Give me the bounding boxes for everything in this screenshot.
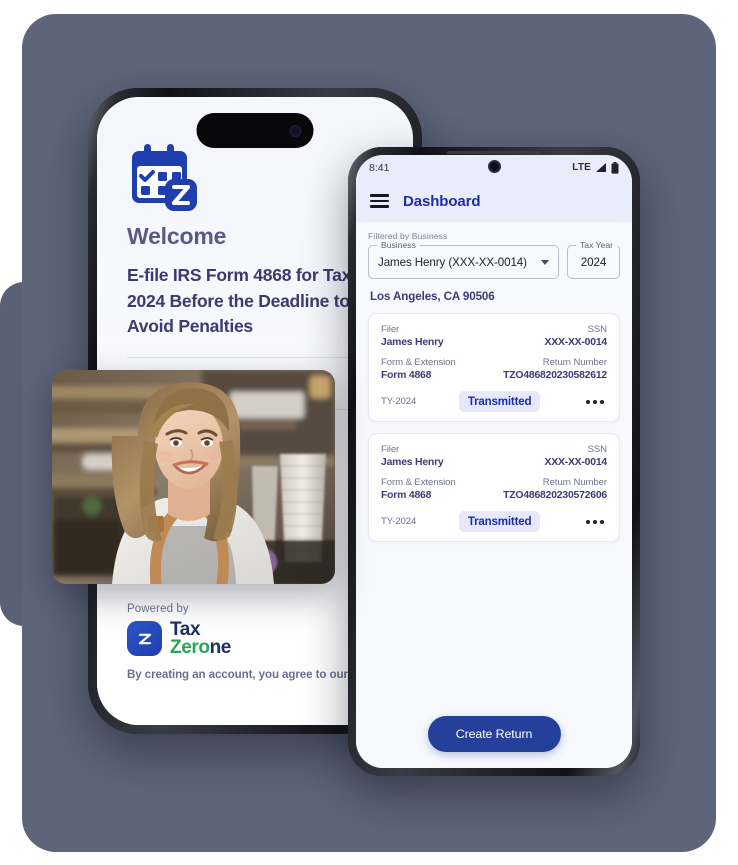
tax-year-tag: TY-2024 [381,396,417,407]
return-number-label: Return Number [542,477,607,488]
calendar-taxzerone-icon [127,143,201,213]
business-location: Los Angeles, CA 90506 [370,290,495,303]
status-time: 8:41 [369,161,390,174]
card-header-row: Filer SSN [381,444,607,455]
card-form-row: Form 4868 TZO486820230582612 [381,370,607,381]
app-bar: Dashboard [356,180,632,222]
filer-name: James Henry [381,457,444,468]
card-form-header-row: Form & Extension Return Number [381,477,607,488]
terms-text: By creating an account, you agree to our… [127,666,413,685]
filer-label: Filer [381,324,400,335]
dashboard-body: Filtered by Business Business James Henr… [356,222,632,768]
taxzerone-logo: Tax Zerone [127,620,383,658]
tax-year-tag: TY-2024 [381,516,417,527]
earpiece-speaker [447,151,541,154]
business-select-value: James Henry (XXX-XX-0014) [378,255,527,269]
create-return-button[interactable]: Create Return [427,716,561,752]
return-number-value: TZO486820230582612 [503,370,607,381]
return-number-label: Return Number [542,357,607,368]
card-filer-row: James Henry XXX-XX-0014 [381,337,607,348]
taxzerone-wordmark: Tax Zerone [170,620,232,658]
terms-prefix: By creating an account, you agree to our [127,668,351,682]
card-footer: TY-2024 Transmitted [381,391,607,412]
taxzerone-mark-icon [127,621,162,657]
front-camera-icon [289,124,302,137]
right-phone-device: 8:41 LTE Dashboard Filtered by Business … [348,147,640,776]
ssn-label: SSN [587,444,608,455]
filer-ssn: XXX-XX-0014 [544,457,608,468]
dynamic-island [196,113,314,148]
filer-label: Filer [381,444,400,455]
hamburger-menu-icon[interactable] [370,194,389,208]
business-select[interactable]: Business James Henry (XXX-XX-0014) [368,240,559,279]
tax-year-field[interactable]: Tax Year 2024 [567,240,620,279]
brand-word-ne: ne [209,636,232,658]
card-filer-row: James Henry XXX-XX-0014 [381,457,607,468]
mockup-stage: Welcome E-file IRS Form 4868 for Tax Yea… [0,0,738,865]
form-value: Form 4868 [381,370,432,381]
welcome-heading: Welcome [127,223,227,249]
tax-year-value: 2024 [580,255,607,269]
battery-icon [611,161,619,174]
kebab-menu-icon[interactable] [583,395,607,409]
status-badge: Transmitted [458,511,541,532]
business-select-legend: Business [377,240,420,250]
status-badge: Transmitted [458,391,541,412]
form-extension-label: Form & Extension [381,357,456,368]
status-indicators: LTE [572,161,619,174]
right-phone-screen: 8:41 LTE Dashboard Filtered by Business … [356,155,632,768]
return-card[interactable]: Filer SSN James Henry XXX-XX-0014 Form &… [368,433,620,542]
page-title: Dashboard [403,192,481,210]
return-number-value: TZO486820230572606 [503,490,607,501]
card-form-header-row: Form & Extension Return Number [381,357,607,368]
form-value: Form 4868 [381,490,432,501]
kebab-menu-icon[interactable] [583,515,607,529]
form-extension-label: Form & Extension [381,477,456,488]
marketing-headline: E-file IRS Form 4868 for Tax Year 2024 B… [127,265,392,337]
signal-bars-icon [596,163,606,172]
card-footer: TY-2024 Transmitted [381,511,607,532]
card-header-row: Filer SSN [381,324,607,335]
ssn-label: SSN [587,324,608,335]
business-owner-photo [52,370,335,584]
filer-ssn: XXX-XX-0014 [544,337,608,348]
chevron-down-icon[interactable] [541,259,549,265]
filter-row: Business James Henry (XXX-XX-0014) Tax Y… [368,240,620,279]
network-type-label: LTE [572,162,591,173]
front-camera-icon [487,159,501,173]
brand-word-zerone: Zerone [170,636,232,658]
return-card[interactable]: Filer SSN James Henry XXX-XX-0014 Form &… [368,313,620,422]
brand-word-zero: Zero [170,636,210,658]
card-form-row: Form 4868 TZO486820230572606 [381,490,607,501]
filer-name: James Henry [381,337,444,348]
cta-area: Create Return [356,716,632,752]
powered-by-label: Powered by [127,602,189,615]
tax-year-legend: Tax Year [576,240,617,250]
